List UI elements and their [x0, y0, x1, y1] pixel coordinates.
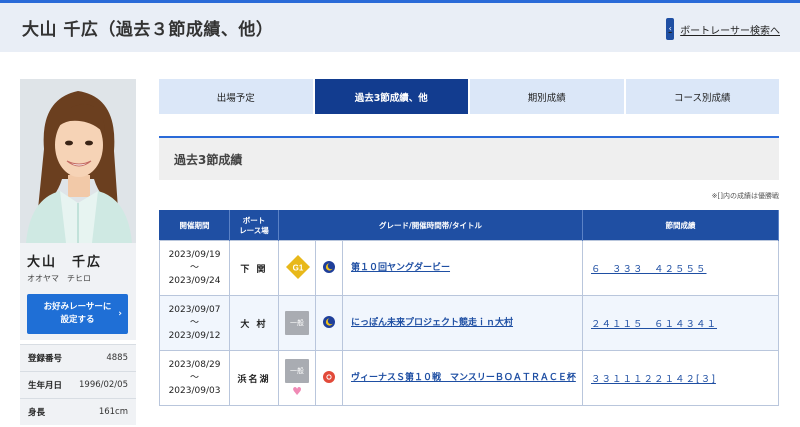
results-cell: ３３１１１２２１４２[３] — [582, 350, 779, 406]
race-title-link[interactable]: ヴィーナスＳ第１０戦 マンスリーＢＯＡＴＲＡＣＥ杯 — [351, 372, 582, 384]
table-row: 2023/08/29 ～ 2023/09/03 浜名湖 一般 ♥ ヴィーナスＳ第１０戦 マン… — [159, 350, 779, 406]
chevron-right-icon: › — [118, 309, 122, 319]
table-row: 2023/09/07 ～ 2023/09/12 大 村一般 にっぽん未来プロジェクト競走… — [159, 295, 779, 351]
racer-kana: オオヤマ チヒロ — [27, 274, 91, 283]
tab-course-results[interactable]: コース別成績 — [625, 79, 779, 114]
tab-bar: 出場予定 過去3節成績、他 期別成績 コース別成績 — [159, 79, 779, 114]
svg-text:G1: G1 — [293, 263, 304, 272]
g1-grade-icon: G1 — [285, 254, 310, 279]
header-venue: ボート レース場 — [229, 210, 279, 241]
stat-row-birthdate: 生年月日 1996/02/05 — [20, 371, 136, 398]
time-slot — [315, 350, 343, 406]
stat-row-height: 身長 161cm — [20, 398, 136, 425]
results-cell: ６ ３３３ ４２５５５ — [582, 240, 779, 296]
profile-card: 大山 千広 オオヤマ チヒロ お好みレーサーに 設定する › 登録番号 4885 … — [20, 79, 136, 425]
grade-badge: 一般 ♥ — [278, 350, 316, 406]
chevron-left-icon: ‹ — [666, 18, 675, 40]
favorite-racer-button[interactable]: お好みレーサーに 設定する › — [27, 294, 128, 334]
race-title-link[interactable]: にっぽん未来プロジェクト競走ｉｎ大村 — [351, 317, 582, 329]
racer-name: 大山 千広 — [27, 255, 103, 270]
stat-label: 生年月日 — [28, 381, 63, 391]
race-title-cell: ヴィーナスＳ第１０戦 マンスリーＢＯＡＴＲＡＣＥ杯 — [342, 350, 583, 406]
tab-schedule[interactable]: 出場予定 — [159, 79, 313, 114]
grade-badge: 一般 — [278, 295, 316, 351]
header-title: グレード/開催時間帯/タイトル — [278, 210, 583, 241]
heart-icon: ♥ — [292, 384, 302, 398]
race-title-cell: 第１０回ヤングダービー — [342, 240, 583, 296]
racer-stats: 登録番号 4885 生年月日 1996/02/05 身長 161cm — [20, 344, 136, 425]
date-range: 2023/09/19 ～ 2023/09/24 — [159, 240, 230, 296]
results-link[interactable]: ３３１１１２２１４２[３] — [591, 374, 716, 385]
venue-name: 浜名湖 — [229, 350, 279, 406]
time-slot — [315, 295, 343, 351]
tab-term-results[interactable]: 期別成績 — [470, 79, 624, 114]
stat-label: 登録番号 — [28, 354, 63, 364]
results-cell: ２４１１５ ６１４３４１ — [582, 295, 779, 351]
results-table: 開催期間 ボート レース場 グレード/開催時間帯/タイトル 節間成績 2023/0… — [159, 210, 779, 406]
race-title-link[interactable]: 第１０回ヤングダービー — [351, 262, 582, 274]
page-title: 大山 千広（過去３節成績、他） — [22, 20, 274, 40]
race-title-cell: にっぽん未来プロジェクト競走ｉｎ大村 — [342, 295, 583, 351]
racer-photo — [20, 79, 136, 243]
header-results: 節間成績 — [582, 210, 779, 241]
stat-value: 161cm — [98, 407, 128, 417]
stat-row-register-number: 登録番号 4885 — [20, 344, 136, 371]
racer-search-label: ボートレーサー検索へ — [680, 25, 780, 37]
racer-name-box: 大山 千広 オオヤマ チヒロ お好みレーサーに 設定する › — [20, 243, 136, 340]
date-range: 2023/08/29 ～ 2023/09/03 — [159, 350, 230, 406]
section-title: 過去3節成績 — [159, 136, 779, 180]
final-note: ※[]内の成績は優勝戦 — [711, 192, 779, 200]
venue-name: 下 関 — [229, 240, 279, 296]
sun-icon — [323, 370, 335, 386]
racer-search-link[interactable]: ‹ ボートレーサー検索へ — [666, 18, 780, 40]
grade-badge: G1 — [278, 240, 316, 296]
page-header: 大山 千広（過去３節成績、他） ‹ ボートレーサー検索へ — [0, 0, 800, 52]
stat-value: 1996/02/05 — [79, 380, 128, 390]
header-period: 開催期間 — [159, 210, 230, 241]
table-row: 2023/09/19 ～ 2023/09/24 下 関 G1 第１０回ヤングダービー ６ ３… — [159, 240, 779, 296]
results-link[interactable]: ２４１１５ ６１４３４１ — [591, 319, 717, 330]
stat-label: 身長 — [28, 408, 46, 418]
date-range: 2023/09/07 ～ 2023/09/12 — [159, 295, 230, 351]
general-grade-icon: 一般 — [285, 358, 309, 383]
moon-icon — [323, 260, 335, 276]
results-link[interactable]: ６ ３３３ ４２５５５ — [591, 264, 707, 275]
time-slot — [315, 240, 343, 296]
tab-past-3-results[interactable]: 過去3節成績、他 — [314, 79, 468, 114]
venue-name: 大 村 — [229, 295, 279, 351]
moon-icon — [323, 315, 335, 331]
general-grade-icon: 一般 — [285, 311, 309, 335]
stat-value: 4885 — [106, 353, 128, 363]
table-header-row: 開催期間 ボート レース場 グレード/開催時間帯/タイトル 節間成績 — [159, 210, 779, 241]
favorite-racer-label: お好みレーサーに 設定する — [43, 302, 112, 325]
